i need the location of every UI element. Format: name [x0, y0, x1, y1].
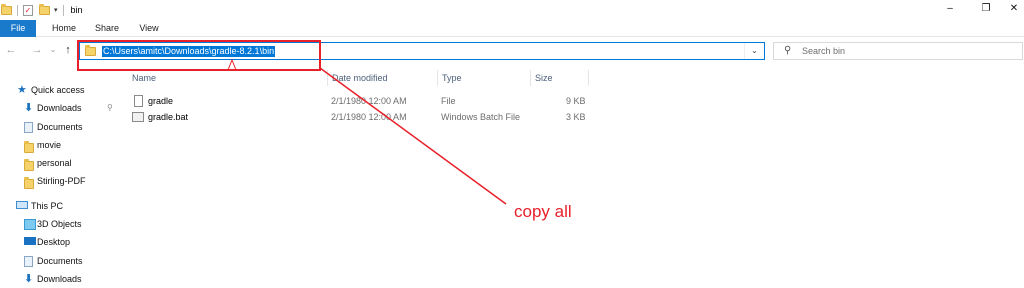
document-icon [24, 122, 33, 133]
cube-icon [24, 219, 36, 230]
pc-icon [16, 201, 28, 209]
toolbar-divider [62, 4, 64, 16]
file-name: gradle.bat [148, 112, 189, 122]
customize-toolbar-icon[interactable]: ▾ [54, 6, 58, 14]
desktop-icon [24, 237, 36, 245]
ribbon-tabs: File Home Share View [0, 20, 1024, 37]
sidebar-item-label: Documents [37, 256, 83, 266]
sidebar-item-label: Downloads [37, 103, 82, 113]
file-size: 3 KB [566, 112, 586, 122]
file-date: 2/1/1980 12:00 AM [331, 112, 407, 122]
quick-access-toolbar: ✓ ▾ bin [0, 2, 83, 18]
file-row[interactable]: gradle.bat 2/1/1980 12:00 AM Windows Bat… [128, 109, 598, 125]
sidebar-item-label: Desktop [37, 237, 71, 247]
file-row[interactable]: gradle 2/1/1980 12:00 AM File 9 KB [128, 93, 598, 109]
back-button[interactable]: ← [4, 42, 18, 58]
sidebar-item-label: This PC [31, 201, 64, 211]
column-divider[interactable] [530, 70, 531, 86]
folder-icon [1, 3, 12, 15]
pin-icon: ⚲ [107, 103, 113, 112]
folder-icon [85, 45, 96, 56]
file-icon [134, 95, 143, 107]
search-icon: ⚲ [784, 45, 792, 56]
address-dropdown-icon[interactable]: ⌄ [744, 43, 764, 59]
search-box[interactable]: ⚲ Search bin [773, 42, 1023, 60]
sidebar-item-label: 3D Objects [37, 219, 82, 229]
file-date: 2/1/1980 12:00 AM [331, 96, 407, 106]
forward-button[interactable]: → [30, 42, 44, 58]
up-button[interactable]: ↑ [62, 42, 74, 58]
file-size: 9 KB [566, 96, 586, 106]
sidebar-item-label: Documents [37, 122, 83, 132]
search-placeholder: Search bin [802, 46, 846, 56]
column-divider[interactable] [327, 70, 328, 86]
column-header-date-modified[interactable]: Date modified [332, 70, 388, 86]
tab-view[interactable]: View [132, 20, 166, 37]
navigation-pane: ★ Quick access ⬇ Downloads ⚲ Documents m… [0, 64, 118, 285]
file-type: Windows Batch File [441, 112, 521, 122]
folder-icon [24, 177, 36, 189]
column-divider[interactable] [588, 70, 589, 86]
tab-share[interactable]: Share [90, 20, 124, 37]
folder-icon [24, 141, 36, 153]
annotation-text: copy all [514, 202, 572, 221]
tab-file[interactable]: File [0, 20, 36, 37]
batch-file-icon [132, 112, 144, 122]
close-button[interactable]: ✕ [1004, 0, 1024, 20]
title-bar: ✓ ▾ bin – ❐ ✕ [0, 0, 1024, 20]
address-path[interactable]: C:\Users\amitc\Downloads\gradle-8.2.1\bi… [102, 46, 276, 57]
document-icon [24, 256, 33, 267]
properties-icon[interactable]: ✓ [23, 4, 33, 16]
sidebar-item-label: Stirling-PDF [37, 176, 86, 186]
sidebar-item-label: movie [37, 140, 62, 150]
toolbar-divider [17, 4, 18, 16]
window-title: bin [70, 5, 83, 15]
minimize-button[interactable]: – [932, 0, 968, 20]
address-bar[interactable]: C:\Users\amitc\Downloads\gradle-8.2.1\bi… [79, 42, 765, 60]
column-header-name[interactable]: Name [132, 70, 156, 86]
column-header-size[interactable]: Size [535, 70, 553, 86]
navigation-bar: ← → ⌄ ↑ C:\Users\amitc\Downloads\gradle-… [0, 38, 1024, 64]
column-divider[interactable] [437, 70, 438, 86]
star-icon: ★ [17, 84, 27, 96]
column-header-type[interactable]: Type [442, 70, 462, 86]
annotation-arrow-line [319, 67, 507, 205]
recent-locations-button[interactable]: ⌄ [48, 42, 58, 58]
restore-button[interactable]: ❐ [968, 0, 1004, 20]
sidebar-item-label: personal [37, 158, 72, 168]
download-icon: ⬇ [24, 102, 34, 114]
sidebar-item-label: Downloads [37, 274, 82, 284]
tab-home[interactable]: Home [47, 20, 81, 37]
sidebar-item-label: Quick access [31, 85, 85, 95]
file-name: gradle [148, 96, 174, 106]
new-folder-icon[interactable] [39, 3, 50, 15]
folder-icon [24, 159, 36, 171]
file-type: File [441, 96, 456, 106]
